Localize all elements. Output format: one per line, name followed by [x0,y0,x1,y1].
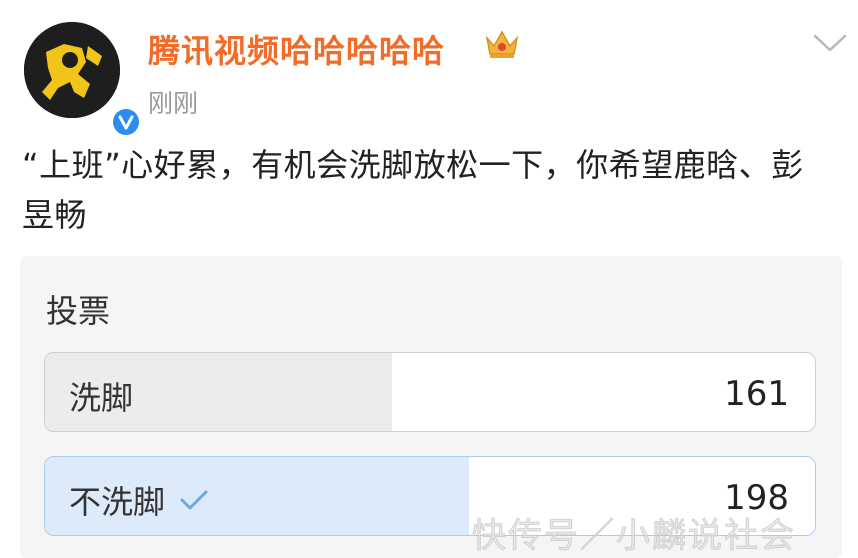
watermark: 快传号／小麟说社会 [472,516,796,557]
avatar[interactable] [24,22,142,138]
post-text: “上班”心好累，有机会洗脚放松一下，你希望鹿晗、彭昱畅 [22,146,804,234]
poll-option-count: 161 [724,374,789,414]
poll-option-label: 洗脚 [69,379,134,417]
username[interactable]: 腾讯视频哈哈哈哈哈 [148,26,445,72]
poll-title: 投票 [46,292,111,330]
poll-option-label: 不洗脚 [69,483,166,521]
chevron-down-icon[interactable] [812,32,848,54]
crown-icon [485,30,519,58]
verified-badge-icon [110,106,142,138]
post-timestamp: 刚刚 [148,89,199,118]
avatar-illustration [24,22,120,118]
checkmark-icon [180,490,208,510]
poll-option-wash-feet[interactable]: 洗脚 161 [44,352,816,432]
